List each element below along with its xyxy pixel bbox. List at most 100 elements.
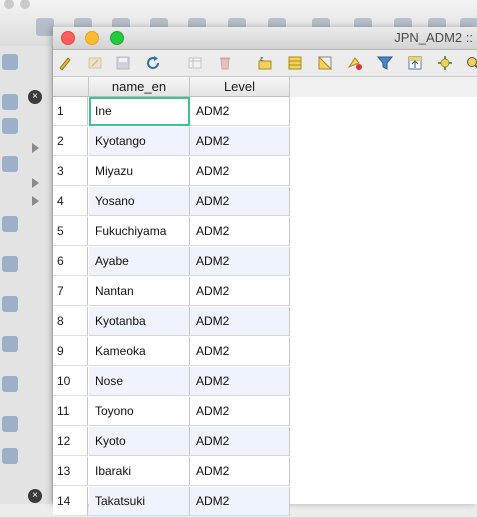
cell-name-en[interactable]: Takatsuki	[89, 487, 190, 516]
panel-close-icon[interactable]: ×	[28, 90, 42, 104]
cell-level[interactable]: ADM2	[190, 337, 290, 366]
row-number[interactable]: 11	[53, 397, 88, 426]
digitize-icon[interactable]	[2, 94, 18, 110]
attribute-toolbar: ε	[53, 50, 477, 77]
table-row[interactable]: 10 Nose ADM2	[53, 367, 290, 397]
cell-name-en[interactable]: Toyono	[89, 397, 190, 426]
table-row[interactable]: 13 Ibaraki ADM2	[53, 457, 290, 487]
add-raster-icon[interactable]	[2, 216, 18, 232]
add-feature-icon[interactable]	[187, 55, 203, 71]
cell-level[interactable]: ADM2	[190, 97, 290, 126]
save-edits-icon[interactable]	[115, 55, 131, 71]
table-row[interactable]: 12 Kyoto ADM2	[53, 427, 290, 457]
cell-level[interactable]: ADM2	[190, 307, 290, 336]
table-row[interactable]: 3 Miyazu ADM2	[53, 157, 290, 187]
add-vector-icon[interactable]	[2, 156, 18, 172]
cell-name-en[interactable]: Kameoka	[89, 337, 190, 366]
delete-feature-icon[interactable]	[217, 55, 233, 71]
open-folder-icon[interactable]	[36, 18, 54, 36]
cell-name-en[interactable]: Ayabe	[89, 247, 190, 276]
cell-level[interactable]: ADM2	[190, 157, 290, 186]
close-window-button[interactable]	[61, 31, 75, 45]
table-body: 1 Ine ADM2 2 Kyotango ADM2 3 Miyazu ADM2 4 Yosano A…	[53, 97, 290, 517]
pencil-icon[interactable]	[2, 54, 18, 70]
cell-level[interactable]: ADM2	[190, 427, 290, 456]
select-all-icon[interactable]	[287, 55, 303, 71]
row-number[interactable]: 2	[53, 127, 88, 156]
window-title: JPN_ADM2 ::	[394, 30, 473, 45]
table-row[interactable]: 5 Fukuchiyama ADM2	[53, 217, 290, 247]
cell-level[interactable]: ADM2	[190, 217, 290, 246]
cell-name-en[interactable]: Kyoto	[89, 427, 190, 456]
add-layer-icon[interactable]	[2, 118, 18, 134]
add-csv-icon[interactable]	[2, 376, 18, 392]
row-number[interactable]: 7	[53, 277, 88, 306]
background-window-controls	[4, 0, 36, 14]
row-number[interactable]: 12	[53, 427, 88, 456]
cell-name-en[interactable]: Yosano	[89, 187, 190, 216]
row-number[interactable]: 6	[53, 247, 88, 276]
cell-name-en[interactable]: Nose	[89, 367, 190, 396]
cell-level[interactable]: ADM2	[190, 277, 290, 306]
cell-level[interactable]: ADM2	[190, 127, 290, 156]
filter-icon[interactable]	[377, 55, 393, 71]
cell-name-en[interactable]: Kyotanba	[89, 307, 190, 336]
cell-level[interactable]: ADM2	[190, 457, 290, 486]
toggle-edit-icon[interactable]	[57, 55, 73, 71]
zoom-to-selection-icon[interactable]	[465, 55, 477, 71]
table-row[interactable]: 9 Kameoka ADM2	[53, 337, 290, 367]
cell-level[interactable]: ADM2	[190, 247, 290, 276]
row-number[interactable]: 10	[53, 367, 88, 396]
cell-name-en[interactable]: Ibaraki	[89, 457, 190, 486]
table-row[interactable]: 2 Kyotango ADM2	[53, 127, 290, 157]
window-titlebar[interactable]: JPN_ADM2 ::	[53, 27, 477, 50]
panel-close-icon[interactable]: ×	[28, 489, 42, 503]
cell-level[interactable]: ADM2	[190, 187, 290, 216]
select-by-expression-icon[interactable]: ε	[257, 55, 273, 71]
row-number[interactable]: 3	[53, 157, 88, 186]
attribute-table: name_en Level 1 Ine ADM2 2 Kyotango ADM2 3 Miya…	[53, 77, 477, 516]
cell-name-en[interactable]: Nantan	[89, 277, 190, 306]
table-row[interactable]: 8 Kyotanba ADM2	[53, 307, 290, 337]
row-number[interactable]: 1	[53, 97, 88, 126]
deselect-all-icon[interactable]	[347, 55, 363, 71]
expand-arrow-icon[interactable]	[32, 143, 39, 153]
row-number[interactable]: 4	[53, 187, 88, 216]
column-header-name-en[interactable]: name_en	[89, 77, 190, 97]
add-wms-icon[interactable]	[2, 296, 18, 312]
add-wfs-icon[interactable]	[2, 336, 18, 352]
add-database-icon[interactable]	[2, 256, 18, 272]
row-number[interactable]: 13	[53, 457, 88, 486]
corner-header[interactable]	[53, 77, 89, 97]
pan-to-selection-icon[interactable]	[437, 55, 453, 71]
column-header-level[interactable]: Level	[190, 77, 290, 97]
expand-arrow-icon[interactable]	[32, 196, 39, 206]
table-row[interactable]: 11 Toyono ADM2	[53, 397, 290, 427]
cell-name-en[interactable]: Miyazu	[89, 157, 190, 186]
cell-level[interactable]: ADM2	[190, 397, 290, 426]
table-row[interactable]: 1 Ine ADM2	[53, 97, 290, 127]
row-number[interactable]: 8	[53, 307, 88, 336]
cell-level[interactable]: ADM2	[190, 367, 290, 396]
table-row[interactable]: 6 Ayabe ADM2	[53, 247, 290, 277]
cell-name-en[interactable]: Ine	[89, 97, 190, 126]
row-number[interactable]: 5	[53, 217, 88, 246]
move-selection-top-icon[interactable]	[407, 55, 423, 71]
reload-icon[interactable]	[145, 55, 161, 71]
cell-name-en[interactable]: Fukuchiyama	[89, 217, 190, 246]
row-number[interactable]: 9	[53, 337, 88, 366]
add-spatialite-icon[interactable]	[2, 416, 18, 432]
table-row[interactable]: 7 Nantan ADM2	[53, 277, 290, 307]
expand-arrow-icon[interactable]	[32, 178, 39, 188]
table-row[interactable]: 4 Yosano ADM2	[53, 187, 290, 217]
cell-name-en[interactable]: Kyotango	[89, 127, 190, 156]
row-number[interactable]: 14	[53, 487, 88, 516]
new-layer-icon[interactable]	[2, 448, 18, 464]
cell-level[interactable]: ADM2	[190, 487, 290, 516]
svg-text:ε: ε	[260, 55, 264, 63]
minimize-window-button[interactable]	[85, 31, 100, 45]
multi-edit-icon[interactable]	[87, 55, 103, 71]
table-row[interactable]: 14 Takatsuki ADM2	[53, 487, 290, 517]
invert-selection-icon[interactable]	[317, 55, 333, 71]
zoom-window-button[interactable]	[109, 31, 124, 45]
